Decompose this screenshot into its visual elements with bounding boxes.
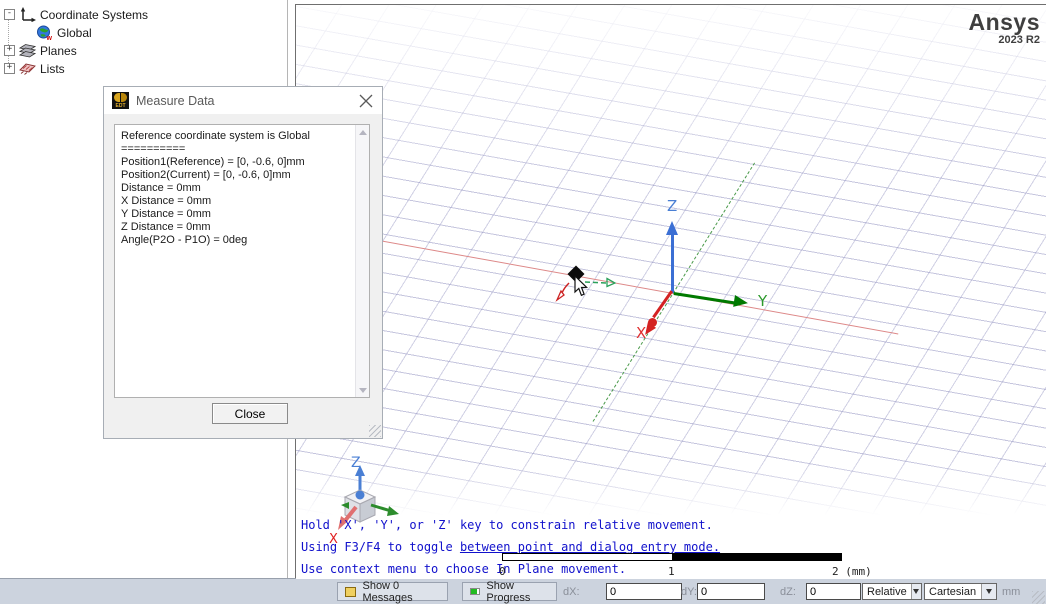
mouse-cursor <box>574 275 589 297</box>
scroll-down-icon[interactable] <box>356 383 369 397</box>
movement-mode-dropdown[interactable]: Relative <box>862 583 922 600</box>
measure-line: Distance = 0mm <box>121 182 353 195</box>
chevron-down-icon <box>981 584 996 599</box>
tree-item-label: Planes <box>40 44 77 58</box>
planes-icon <box>19 43 36 58</box>
coordinate-system-dropdown[interactable]: Cartesian <box>924 583 997 600</box>
status-bar: Show 0 Messages Show Progress dX: dY: dZ… <box>0 578 1046 604</box>
window-resize-grip[interactable] <box>1032 591 1045 604</box>
ansys-logo: Ansys 2023 R2 <box>968 11 1040 46</box>
measure-line: Position2(Current) = [0, -0.6, 0]mm <box>121 169 353 182</box>
dy-input[interactable] <box>697 583 765 600</box>
y-axis-label: Y <box>758 292 767 310</box>
collapse-box[interactable]: - <box>4 9 15 20</box>
dialog-title: Measure Data <box>136 94 215 108</box>
z-axis-arrow <box>671 234 674 293</box>
application-window: - Coordinate Systems w Global + Planes + <box>0 0 1046 604</box>
scrollbar[interactable] <box>355 125 369 397</box>
svg-text:w: w <box>46 35 53 40</box>
measure-line: ========== <box>121 143 353 156</box>
measure-line: Reference coordinate system is Global <box>121 130 353 143</box>
tree-item-planes[interactable]: + Planes <box>4 42 77 59</box>
dy-label: dY: <box>681 586 697 598</box>
x-axis-label: X <box>636 324 646 342</box>
edt-app-icon: EDT <box>112 92 129 109</box>
scale-tick-1: 1 <box>668 565 675 578</box>
expand-box[interactable]: + <box>4 63 15 74</box>
measure-results-textarea[interactable]: Reference coordinate system is Global ==… <box>114 124 370 398</box>
scale-tick-0: 0 <box>499 565 506 578</box>
grid-fade <box>296 5 1046 185</box>
messages-icon <box>345 587 356 597</box>
measure-line: Position1(Reference) = [0, -0.6, 0]mm <box>121 156 353 169</box>
progress-icon <box>470 588 480 595</box>
tree-item-label: Global <box>57 26 92 40</box>
x-direction-snap-arrow <box>554 281 572 303</box>
show-messages-button[interactable]: Show 0 Messages <box>337 582 448 601</box>
3d-modeler-viewport[interactable]: Z Y X Z X <box>295 4 1046 580</box>
show-progress-button[interactable]: Show Progress <box>462 582 557 601</box>
close-button[interactable]: Close <box>212 403 288 424</box>
scale-bar-segment-black <box>672 553 842 561</box>
dz-input[interactable] <box>806 583 861 600</box>
orientation-triad: Z X <box>313 453 408 553</box>
scale-bar-segment-white <box>502 553 673 561</box>
hint-text-line: Using F3/F4 to toggle between point and … <box>301 540 720 554</box>
tree-item-global[interactable]: w Global <box>36 24 92 41</box>
globe-icon: w <box>36 25 53 40</box>
measure-line: Z Distance = 0mm <box>121 221 353 234</box>
z-axis-arrowhead <box>666 221 678 235</box>
tree-item-label: Lists <box>40 62 65 76</box>
measure-line: Angle(P2O - P1O) = 0deg <box>121 234 353 247</box>
tree-item-label: Coordinate Systems <box>40 8 148 22</box>
hint-text-line: Hold 'X', 'Y', or 'Z' key to constrain r… <box>301 518 713 532</box>
scroll-up-icon[interactable] <box>356 125 369 139</box>
dialog-resize-grip[interactable] <box>369 425 381 437</box>
tree-item-coordinate-systems[interactable]: - Coordinate Systems <box>4 6 148 23</box>
hint-text-line: Use context menu to choose In Plane move… <box>301 562 626 576</box>
dz-label: dZ: <box>780 586 796 598</box>
measure-line: X Distance = 0mm <box>121 195 353 208</box>
y-axis-arrowhead <box>733 295 749 309</box>
measure-line: Y Distance = 0mm <box>121 208 353 221</box>
tree-item-lists[interactable]: + Lists <box>4 60 65 77</box>
measure-data-dialog: EDT Measure Data Reference coordinate sy… <box>103 86 383 439</box>
z-axis-label: Z <box>667 197 677 215</box>
dx-label: dX: <box>563 586 580 598</box>
scale-tick-2: 2 (mm) <box>832 565 872 578</box>
close-icon[interactable] <box>358 93 374 109</box>
axes-icon <box>19 7 36 22</box>
dx-input[interactable] <box>606 583 682 600</box>
units-label: mm <box>1002 586 1020 598</box>
expand-box[interactable]: + <box>4 45 15 56</box>
chevron-down-icon <box>911 584 921 599</box>
lists-icon <box>19 61 36 76</box>
dialog-title-bar[interactable]: EDT Measure Data <box>104 87 382 114</box>
